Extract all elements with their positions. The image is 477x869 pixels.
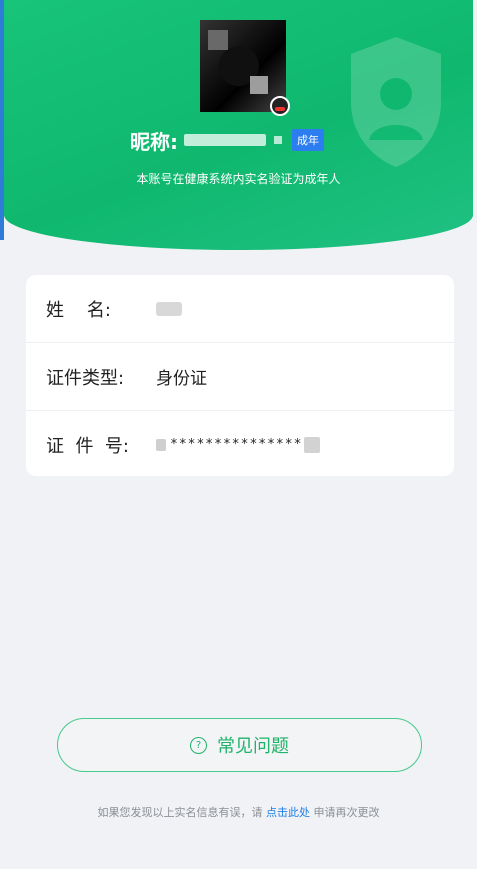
id-number-redacted-end bbox=[304, 436, 321, 453]
nickname-row: 昵称: 成年 bbox=[130, 126, 324, 154]
id-type-row: 证件类型: 身份证 bbox=[26, 343, 454, 411]
verify-text: 本账号在健康系统内实名验证为成年人 bbox=[136, 172, 341, 186]
name-value bbox=[156, 301, 182, 316]
shield-icon bbox=[351, 37, 441, 167]
id-number-masked: *************** bbox=[170, 437, 303, 452]
footer-note: 如果您发现以上实名信息有误，请 点击此处 申请再次更改 bbox=[0, 804, 477, 820]
id-number-label: 证 件 号: bbox=[46, 435, 129, 457]
identity-card: 姓 名: 证件类型: 身份证 证 件 号: *************** bbox=[26, 275, 454, 476]
nickname-redacted bbox=[184, 134, 266, 146]
nickname-label: 昵称: bbox=[130, 129, 178, 154]
qq-penguin-icon bbox=[270, 96, 290, 116]
faq-button[interactable]: ? 常见问题 bbox=[57, 718, 422, 772]
name-row: 姓 名: bbox=[26, 275, 454, 343]
faq-label: 常见问题 bbox=[217, 736, 289, 757]
footer-prefix: 如果您发现以上实名信息有误，请 bbox=[97, 806, 263, 819]
modify-link[interactable]: 点击此处 bbox=[266, 806, 310, 819]
id-type-label: 证件类型: bbox=[46, 367, 125, 389]
question-circle-icon: ? bbox=[190, 736, 207, 754]
name-label: 姓 名: bbox=[46, 299, 111, 321]
id-number-value: *************** bbox=[156, 436, 321, 453]
id-number-redacted-start bbox=[156, 438, 166, 451]
adult-badge: 成年 bbox=[292, 129, 324, 151]
nickname-redacted-extra bbox=[274, 136, 282, 144]
id-type-value: 身份证 bbox=[156, 369, 207, 389]
footer-suffix: 申请再次更改 bbox=[313, 806, 380, 819]
name-redacted bbox=[156, 301, 182, 316]
id-number-row: 证 件 号: *************** bbox=[26, 411, 454, 478]
